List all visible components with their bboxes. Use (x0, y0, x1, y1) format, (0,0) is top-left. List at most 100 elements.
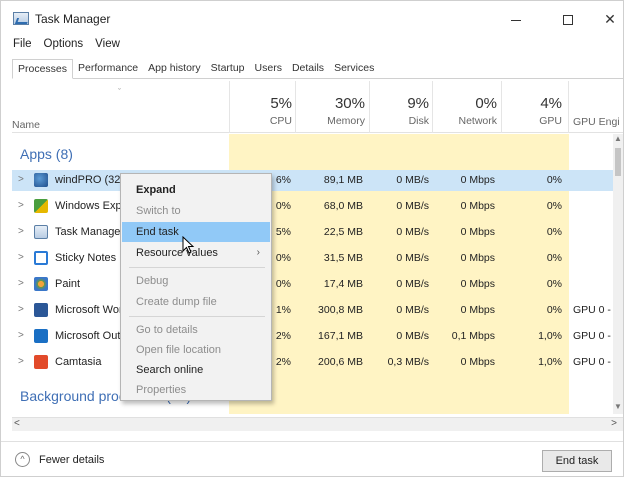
chevron-up-icon[interactable]: ^ (15, 452, 30, 467)
menu-item-go-to-details[interactable]: Go to details (122, 320, 270, 340)
menu-item-resource-values[interactable]: Resource values › (122, 243, 270, 263)
menu-item-search-online[interactable]: Search online (122, 360, 270, 380)
header-name[interactable]: Name (12, 119, 40, 131)
minimize-button[interactable] (496, 7, 536, 31)
tab-users[interactable]: Users (249, 59, 287, 79)
cell-network: 0,1 Mbps (451, 330, 495, 342)
header-disk-label: Disk (408, 115, 429, 127)
end-task-button[interactable]: End task (542, 450, 612, 472)
expand-chevron-icon[interactable]: > (18, 356, 24, 367)
column-separator (369, 81, 370, 133)
menu-item-properties[interactable]: Properties (122, 380, 270, 400)
table-row[interactable]: > Microsoft Word 1% 300,8 MB 0 MB/s 0 Mb… (12, 300, 613, 321)
tab-performance[interactable]: Performance (73, 59, 144, 79)
minimize-icon (511, 19, 521, 21)
vertical-scrollbar[interactable]: ▲ ▼ (613, 134, 623, 414)
cell-memory: 17,4 MB (323, 278, 363, 290)
expand-chevron-icon[interactable]: > (18, 174, 24, 185)
header-network[interactable]: 0% Network (435, 95, 497, 127)
cell-gpu: 0% (546, 200, 562, 212)
menu-item-debug[interactable]: Debug (122, 271, 270, 291)
cell-memory: 200,6 MB (318, 356, 363, 368)
header-gpu[interactable]: 4% GPU (504, 95, 562, 127)
table-row[interactable]: > Windows Explorer 0% 68,0 MB 0 MB/s 0 M… (12, 196, 613, 217)
paint-icon (34, 277, 48, 291)
process-name: Paint (55, 278, 81, 290)
cell-memory: 22,5 MB (323, 226, 363, 238)
footer: ^ Fewer details End task (1, 441, 623, 477)
maximize-button[interactable] (548, 7, 588, 31)
menu-file[interactable]: File (13, 38, 32, 54)
expand-chevron-icon[interactable]: > (18, 200, 24, 211)
cell-network: 0 Mbps (460, 200, 495, 212)
cell-disk: 0 MB/s (396, 304, 429, 316)
table-row[interactable]: > Camtasia 2% 200,6 MB 0,3 MB/s 0 Mbps 1… (12, 352, 613, 373)
cell-disk: 0 MB/s (396, 200, 429, 212)
expand-chevron-icon[interactable]: > (18, 304, 24, 315)
column-separator (501, 81, 502, 133)
tab-startup[interactable]: Startup (205, 59, 250, 79)
menu-options[interactable]: Options (44, 38, 84, 54)
table-row[interactable]: > Task Manager 5% 22,5 MB 0 MB/s 0 Mbps … (12, 222, 613, 243)
cell-gpu: 0% (546, 174, 562, 186)
cell-gpu: 0% (546, 226, 562, 238)
menu-separator (129, 316, 265, 317)
fewer-details-link[interactable]: Fewer details (39, 454, 104, 466)
process-name: Microsoft Word (55, 304, 129, 316)
title-bar: Task Manager ✕ (1, 1, 623, 35)
close-button[interactable]: ✕ (590, 7, 624, 31)
cell-gpu-engine: GPU 0 - (573, 330, 611, 342)
tab-services[interactable]: Services (329, 59, 380, 79)
table-row[interactable]: > Sticky Notes 0% 31,5 MB 0 MB/s 0 Mbps … (12, 248, 613, 269)
group-apps: Apps (8) (20, 146, 73, 162)
expand-chevron-icon[interactable]: > (18, 226, 24, 237)
column-separator (568, 81, 569, 133)
header-cpu[interactable]: 5% CPU (232, 95, 292, 127)
header-memory-label: Memory (327, 115, 365, 127)
column-header: ˇ Name 5% CPU 30% Memory 9% Disk 0% Netw… (12, 81, 623, 133)
cell-gpu: 0% (546, 304, 562, 316)
cell-gpu-engine: GPU 0 - (573, 304, 611, 316)
table-row[interactable]: > Paint 0% 17,4 MB 0 MB/s 0 Mbps 0% (12, 274, 613, 295)
process-name: Task Manager (55, 226, 125, 238)
menu-item-end-task[interactable]: End task (122, 222, 270, 242)
word-icon (34, 303, 48, 317)
expand-chevron-icon[interactable]: > (18, 252, 24, 263)
scroll-left-icon[interactable]: < (14, 418, 20, 429)
cell-memory: 31,5 MB (323, 252, 363, 264)
menu-separator (129, 267, 265, 268)
process-name: Sticky Notes (55, 252, 117, 264)
header-gpu-engine[interactable]: GPU Engi (573, 113, 623, 128)
menu-bar: File Options View (13, 38, 120, 54)
menu-item-create-dump-file[interactable]: Create dump file (122, 292, 270, 312)
tab-processes[interactable]: Processes (12, 59, 74, 79)
header-memory[interactable]: 30% Memory (297, 95, 365, 127)
tab-app-history[interactable]: App history (143, 59, 206, 79)
cell-disk: 0 MB/s (396, 278, 429, 290)
camtasia-icon (34, 355, 48, 369)
cell-gpu: 0% (546, 252, 562, 264)
expand-chevron-icon[interactable]: > (18, 278, 24, 289)
scroll-right-icon[interactable]: > (611, 418, 617, 429)
vertical-scroll-thumb[interactable] (615, 148, 621, 176)
table-row[interactable]: > windPRO (32 bit) 6% 89,1 MB 0 MB/s 0 M… (12, 170, 613, 191)
menu-item-switch-to[interactable]: Switch to (122, 201, 270, 221)
menu-item-open-file-location[interactable]: Open file location (122, 340, 270, 360)
scroll-up-icon[interactable]: ▲ (614, 134, 622, 143)
header-gpu-pct: 4% (540, 95, 562, 112)
cell-gpu: 1,0% (538, 330, 562, 342)
header-memory-pct: 30% (334, 95, 365, 112)
horizontal-scrollbar[interactable]: < > (12, 417, 623, 431)
column-separator (229, 81, 230, 133)
scroll-down-icon[interactable]: ▼ (614, 402, 622, 411)
menu-view[interactable]: View (95, 38, 120, 54)
table-row[interactable]: > Microsoft Outlook 2% 167,1 MB 0 MB/s 0… (12, 326, 613, 347)
menu-item-expand[interactable]: Expand (122, 180, 270, 200)
expand-chevron-icon[interactable]: > (18, 330, 24, 341)
header-network-pct: 0% (475, 95, 497, 112)
header-network-label: Network (458, 115, 497, 127)
cell-network: 0 Mbps (460, 356, 495, 368)
header-disk[interactable]: 9% Disk (372, 95, 429, 127)
tab-details[interactable]: Details (286, 59, 330, 79)
header-gpu-label: GPU (539, 115, 562, 127)
